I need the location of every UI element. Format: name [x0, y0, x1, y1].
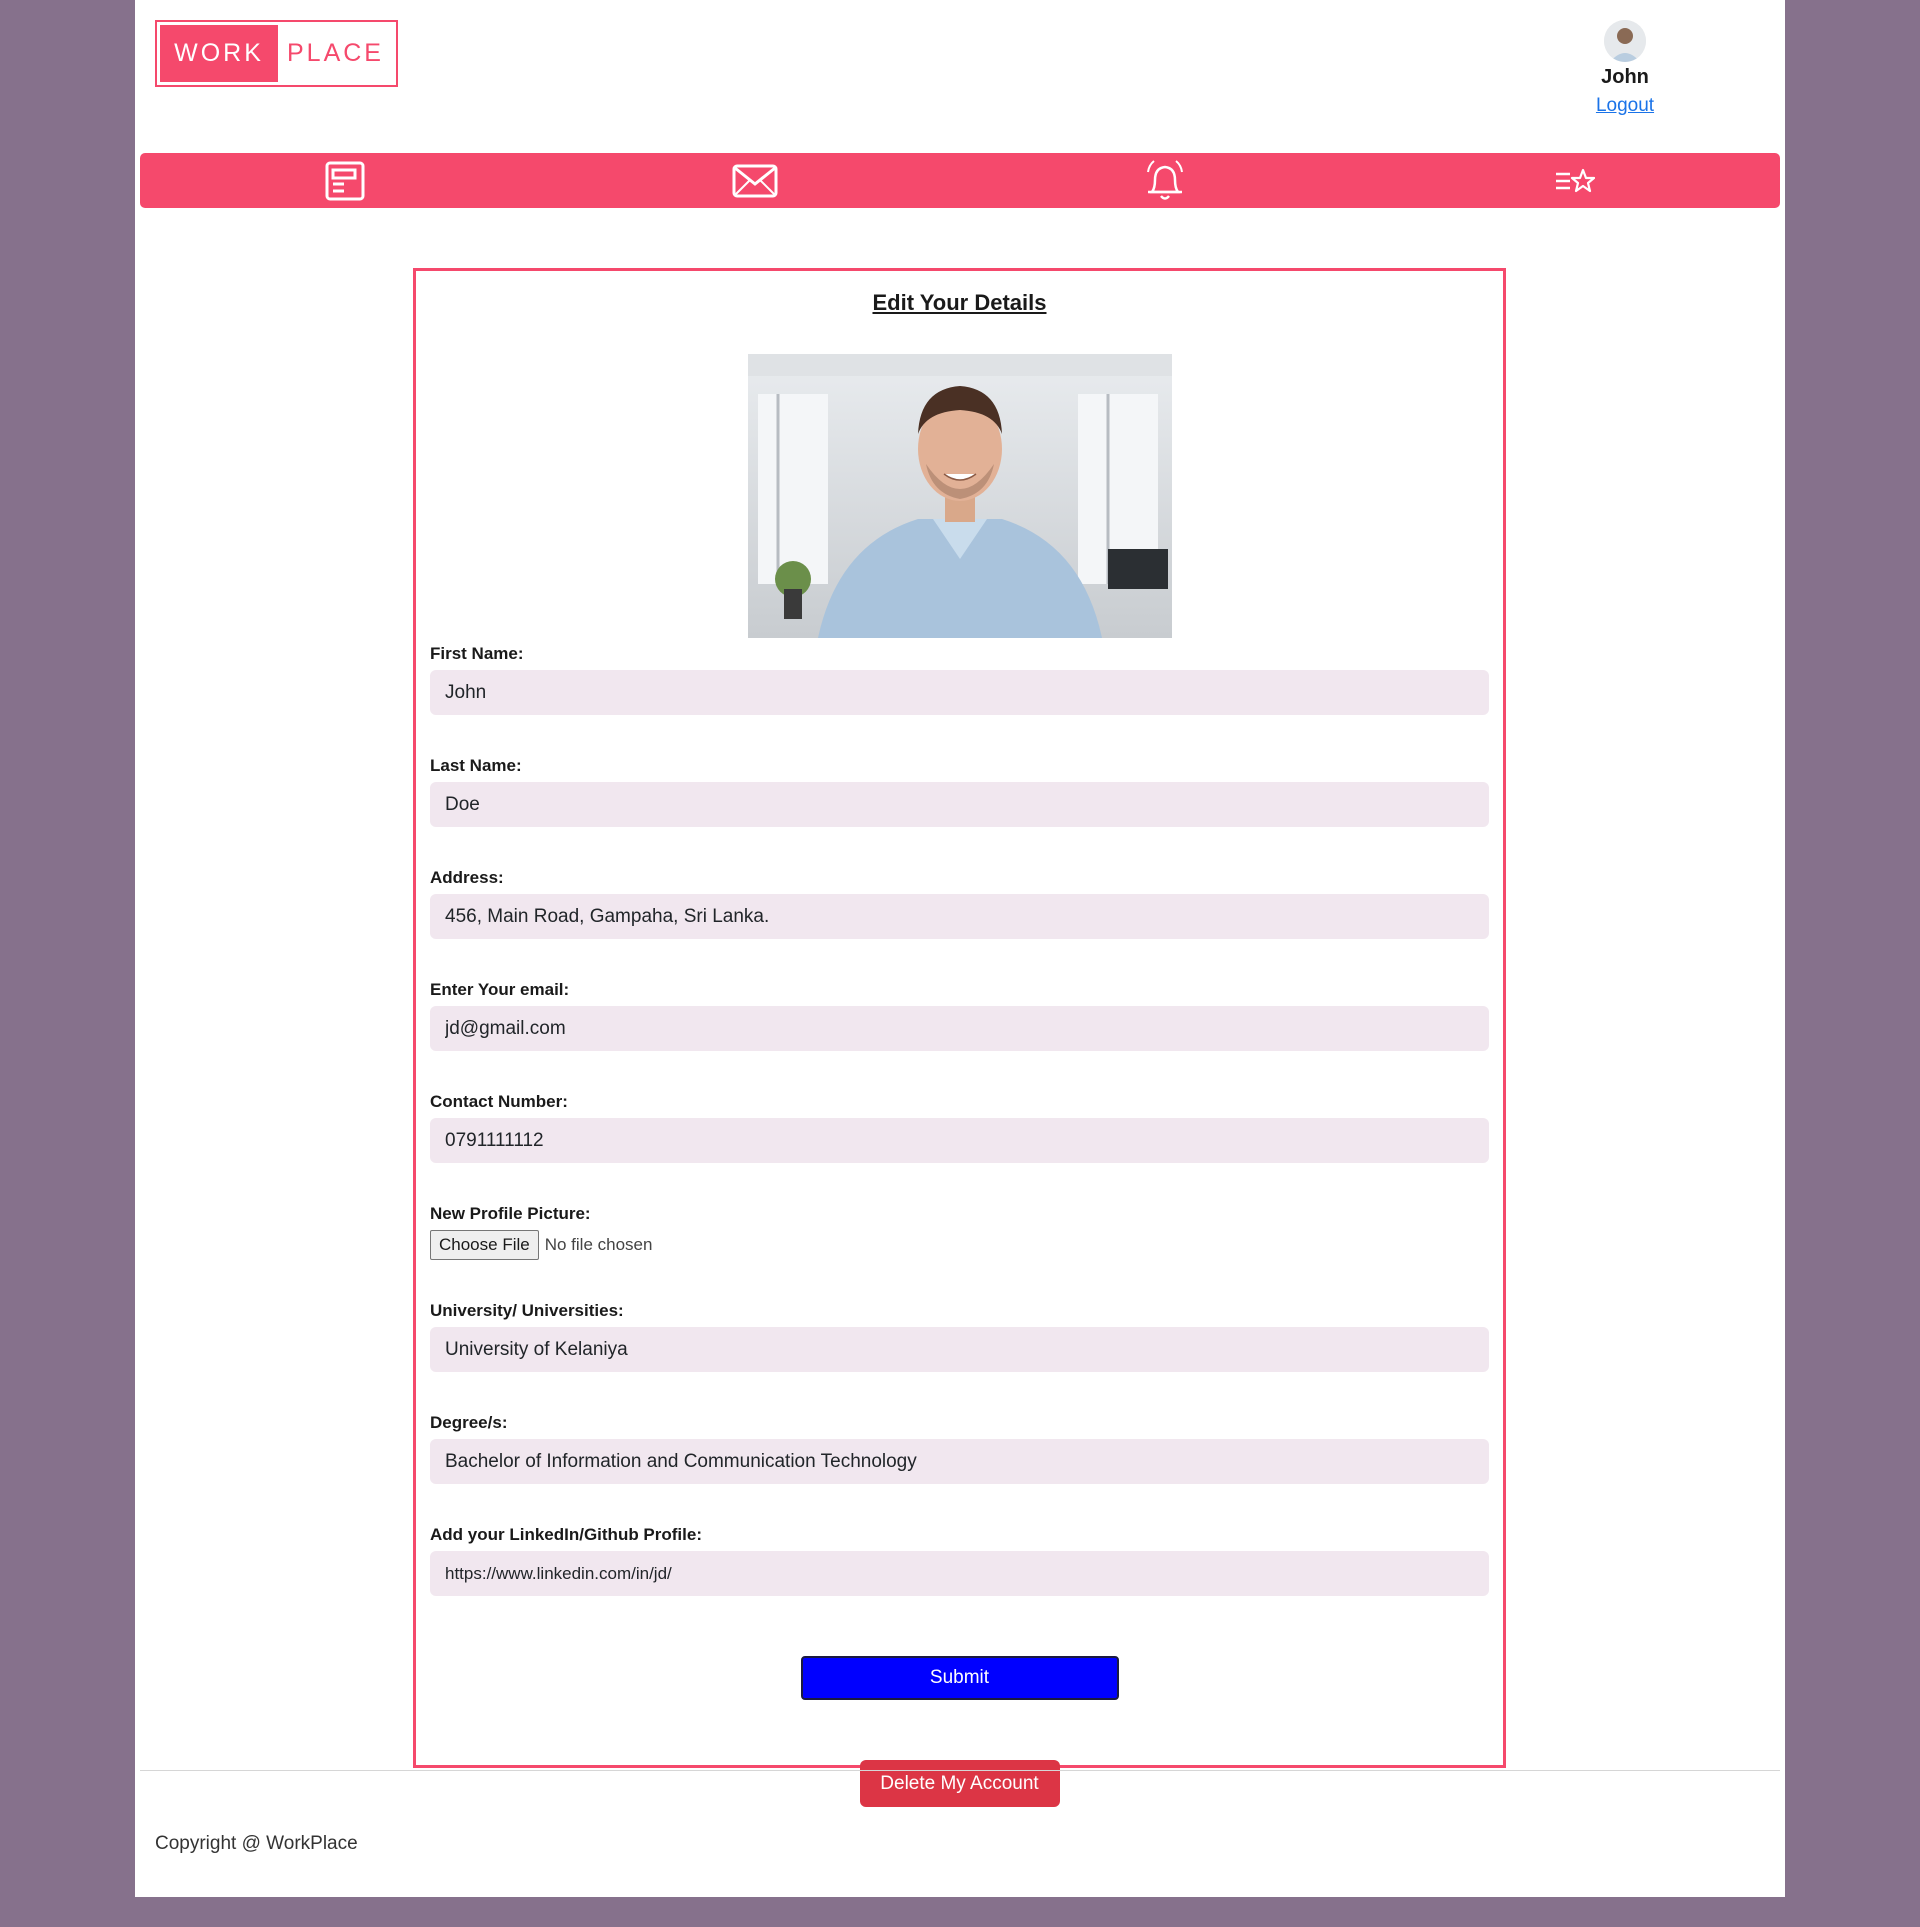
first-name-field: First Name: — [430, 644, 1489, 715]
bell-icon — [1147, 159, 1183, 200]
contact-field: Contact Number: — [430, 1092, 1489, 1163]
degree-field: Degree/s: — [430, 1413, 1489, 1484]
profile-picture-field: New Profile Picture: Choose File No file… — [430, 1204, 1489, 1260]
nav-posts[interactable] — [320, 153, 370, 208]
profile-link-field: Add your LinkedIn/Github Profile: — [430, 1525, 1489, 1596]
email-field: Enter Your email: — [430, 980, 1489, 1051]
document-icon — [325, 161, 365, 200]
email-label: Enter Your email: — [430, 980, 570, 999]
first-name-label: First Name: — [430, 644, 524, 663]
file-status: No file chosen — [544, 1235, 653, 1254]
address-label: Address: — [430, 868, 504, 887]
university-input[interactable] — [430, 1327, 1489, 1372]
nav-bar — [140, 153, 1780, 208]
avatar[interactable] — [1604, 20, 1646, 62]
university-field: University/ Universities: — [430, 1301, 1489, 1372]
copyright-text: Copyright @ WorkPlace — [155, 1833, 358, 1854]
submit-button[interactable]: Submit — [800, 1656, 1119, 1700]
page: WORK PLACE John Logout Edit Your Details… — [135, 0, 1785, 1897]
form-title: Edit Your Details — [872, 290, 1047, 315]
last-name-field: Last Name: — [430, 756, 1489, 827]
logout-link[interactable]: Logout — [1575, 95, 1675, 117]
contact-label: Contact Number: — [430, 1092, 568, 1111]
nav-notifications[interactable] — [1140, 153, 1190, 208]
address-field: Address: — [430, 868, 1489, 939]
edit-details-form: Edit Your Details First Name: John Last … — [413, 268, 1506, 1807]
nav-favorites[interactable] — [1550, 153, 1600, 208]
profile-link-input[interactable] — [430, 1551, 1489, 1596]
profile-photo — [747, 354, 1172, 638]
last-name-input[interactable] — [430, 782, 1489, 827]
starred-list-icon — [1556, 168, 1595, 192]
mail-icon — [732, 164, 778, 197]
last-name-label: Last Name: — [430, 756, 522, 775]
choose-file-button[interactable]: Choose File — [430, 1230, 539, 1260]
delete-account-button[interactable]: Delete My Account — [859, 1760, 1060, 1807]
footer-divider — [140, 1770, 1780, 1771]
workplace-logo[interactable]: WORK PLACE — [155, 20, 398, 87]
email-input[interactable] — [430, 1006, 1489, 1051]
contact-input[interactable] — [430, 1118, 1489, 1163]
user-menu: John Logout — [1575, 20, 1675, 117]
degree-label: Degree/s: — [430, 1413, 508, 1432]
user-avatar-icon — [1604, 20, 1646, 62]
university-label: University/ Universities: — [430, 1301, 624, 1320]
user-name: John — [1601, 66, 1649, 88]
profile-picture-label: New Profile Picture: — [430, 1204, 591, 1223]
first-name-input[interactable] — [430, 670, 1489, 715]
profile-link-label: Add your LinkedIn/Github Profile: — [430, 1525, 702, 1544]
nav-messages[interactable] — [730, 153, 780, 208]
logo-work-text: WORK — [160, 25, 278, 82]
address-input[interactable] — [430, 894, 1489, 939]
degree-input[interactable] — [430, 1439, 1489, 1484]
logo-place-text: PLACE — [287, 39, 384, 67]
